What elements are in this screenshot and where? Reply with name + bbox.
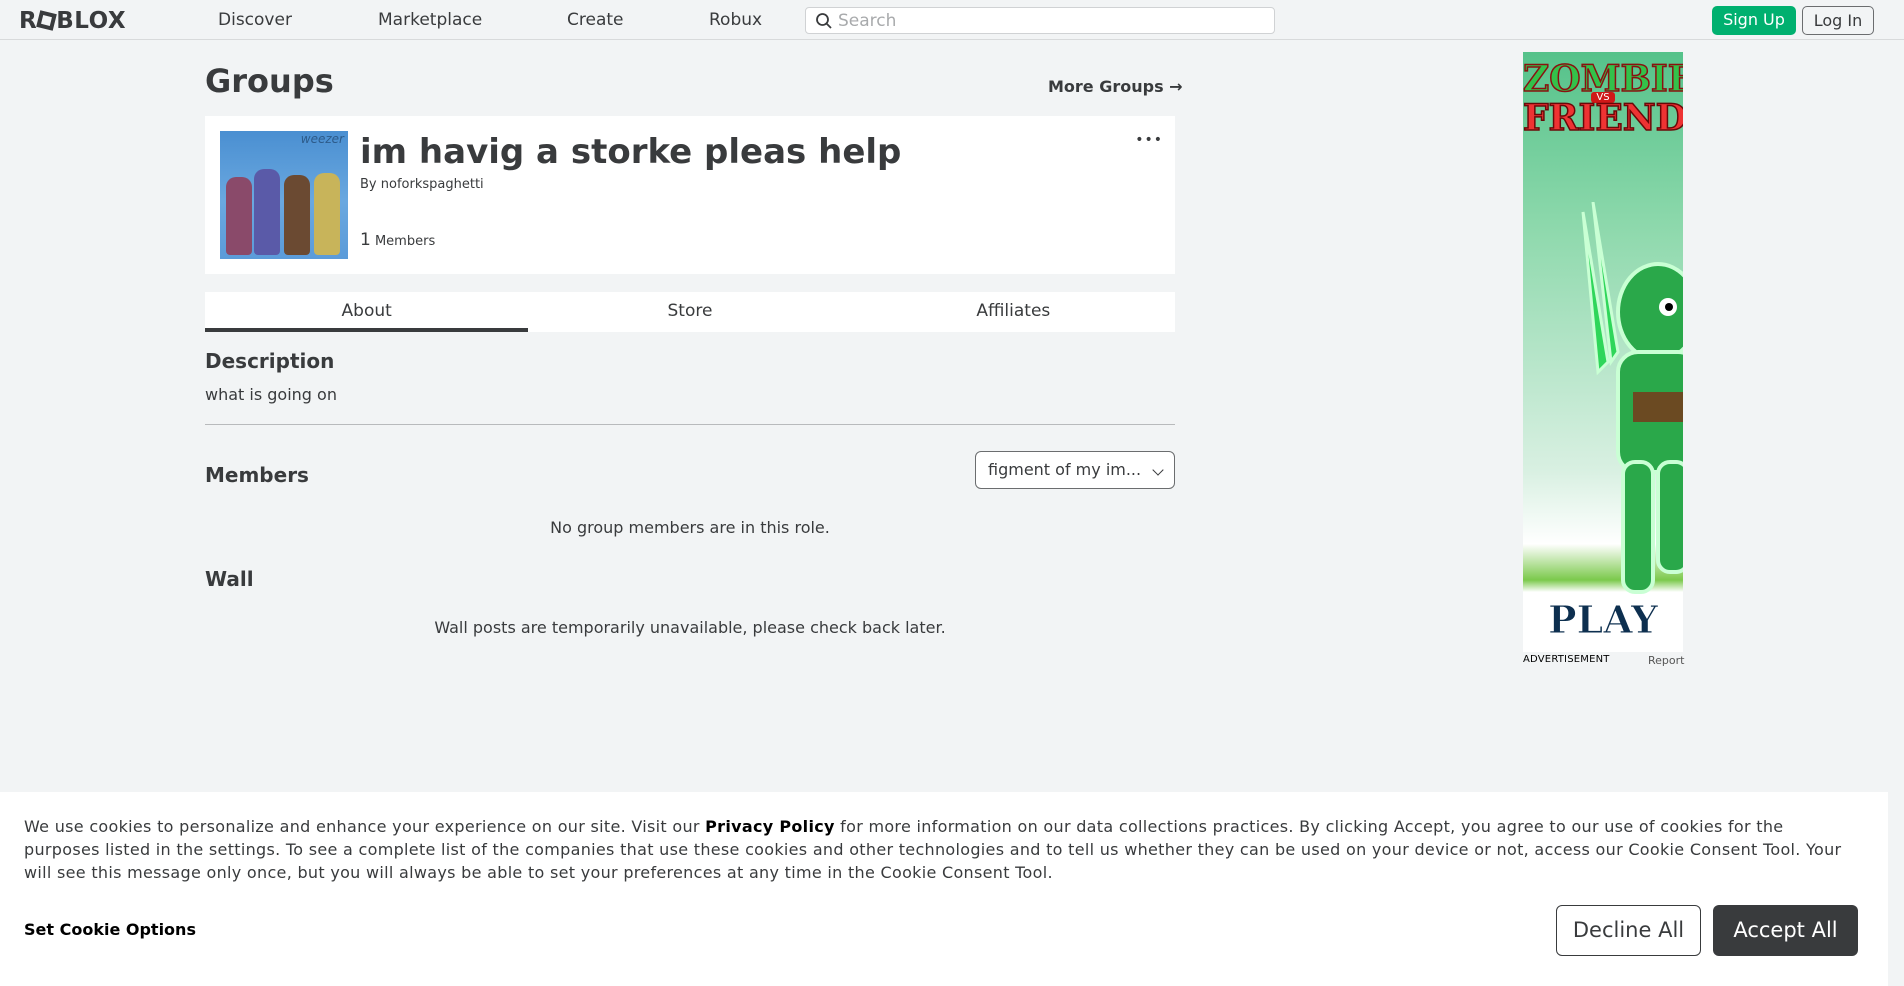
members-empty-message: No group members are in this role. bbox=[550, 518, 830, 537]
emblem-figure bbox=[226, 177, 252, 255]
tab-about[interactable]: About bbox=[205, 292, 529, 332]
owner-link[interactable]: noforkspaghetti bbox=[381, 177, 484, 192]
emblem-figure bbox=[254, 169, 280, 255]
description-heading: Description bbox=[205, 349, 335, 373]
advertisement-banner[interactable]: ZOMBIE VS FRIEND PLAY bbox=[1523, 52, 1683, 652]
owner-prefix: By bbox=[360, 177, 377, 192]
ad-report-link[interactable]: Report bbox=[1648, 654, 1684, 667]
log-in-button[interactable]: Log In bbox=[1802, 6, 1874, 35]
member-count-label: Members bbox=[374, 234, 436, 249]
accept-all-button[interactable]: Accept All bbox=[1713, 905, 1858, 956]
role-dropdown-value: figment of my im... bbox=[988, 460, 1142, 479]
group-emblem-image: weezer bbox=[220, 131, 348, 259]
top-navigation-bar: R BLOX Discover Marketplace Create Robux … bbox=[0, 0, 1904, 40]
tab-store[interactable]: Store bbox=[528, 292, 851, 332]
more-groups-link[interactable]: More Groups → bbox=[1048, 77, 1183, 96]
wall-unavailable-message: Wall posts are temporarily unavailable, … bbox=[434, 618, 946, 637]
nav-link-discover[interactable]: Discover bbox=[218, 10, 292, 30]
search-icon bbox=[816, 13, 832, 29]
wall-heading: Wall bbox=[205, 567, 254, 591]
ad-game-title: ZOMBIE VS FRIEND bbox=[1523, 59, 1683, 139]
group-header-card: weezer im havig a storke pleas help By n… bbox=[205, 116, 1175, 274]
sign-up-button[interactable]: Sign Up bbox=[1712, 6, 1796, 35]
ad-play-button[interactable]: PLAY bbox=[1523, 597, 1683, 643]
chevron-down-icon bbox=[1152, 464, 1164, 476]
member-count-number: 1 bbox=[360, 230, 371, 250]
group-member-count: 1 Members bbox=[360, 230, 435, 250]
emblem-figure bbox=[314, 173, 340, 255]
emblem-brand-text: weezer bbox=[300, 132, 344, 146]
cookie-text-part: We use cookies to personalize and enhanc… bbox=[24, 817, 706, 836]
nav-link-robux[interactable]: Robux bbox=[709, 10, 762, 30]
privacy-policy-link[interactable]: Privacy Policy bbox=[705, 817, 835, 836]
nav-link-marketplace[interactable]: Marketplace bbox=[378, 10, 482, 30]
logo-square-icon bbox=[36, 10, 58, 31]
decline-all-button[interactable]: Decline All bbox=[1556, 905, 1701, 956]
description-text: what is going on bbox=[205, 385, 337, 404]
ad-zombie-figure bbox=[1581, 202, 1683, 594]
more-options-icon[interactable]: ••• bbox=[1135, 132, 1163, 148]
page-scrollbar[interactable] bbox=[1888, 40, 1904, 792]
advertisement-label: ADVERTISEMENT bbox=[1523, 654, 1610, 665]
search-input[interactable] bbox=[838, 10, 1258, 31]
page-title: Groups bbox=[205, 62, 334, 100]
search-box bbox=[805, 7, 1275, 34]
nav-link-create[interactable]: Create bbox=[567, 10, 624, 30]
members-heading: Members bbox=[205, 463, 309, 487]
cookie-message: We use cookies to personalize and enhanc… bbox=[24, 815, 1854, 884]
group-tabs: About Store Affiliates bbox=[205, 292, 1175, 332]
ad-title-bottom: FRIEND bbox=[1523, 97, 1683, 139]
tab-affiliates[interactable]: Affiliates bbox=[852, 292, 1175, 332]
group-name: im havig a storke pleas help bbox=[360, 132, 902, 172]
group-owner-line: By noforkspaghetti bbox=[360, 177, 484, 192]
set-cookie-options-link[interactable]: Set Cookie Options bbox=[24, 920, 196, 939]
section-divider bbox=[205, 424, 1175, 425]
cookie-consent-banner: We use cookies to personalize and enhanc… bbox=[0, 792, 1888, 986]
roblox-logo[interactable]: R BLOX bbox=[19, 8, 126, 34]
role-dropdown[interactable]: figment of my im... bbox=[975, 451, 1175, 489]
emblem-figure bbox=[284, 175, 310, 255]
